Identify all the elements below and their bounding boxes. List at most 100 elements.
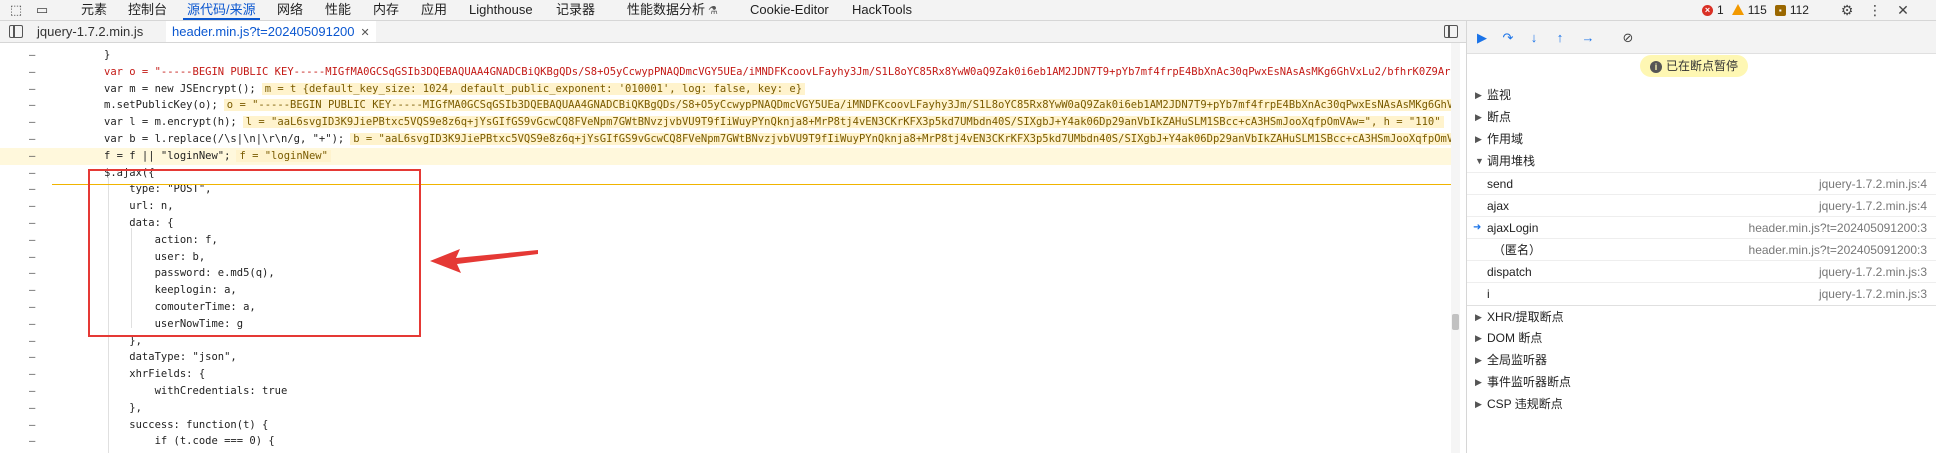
line-marker[interactable]: – <box>29 232 35 249</box>
tab-network[interactable]: 网络 <box>273 0 307 20</box>
line-marker[interactable]: – <box>29 181 35 198</box>
line-marker[interactable]: – <box>29 316 35 333</box>
line-marker[interactable]: – <box>29 165 35 182</box>
more-options-icon[interactable]: ⋮ <box>1866 1 1884 19</box>
code-line[interactable]: – success: function(t) { <box>0 417 1460 434</box>
code-line[interactable]: – dataType: "json", <box>0 349 1460 366</box>
code-line[interactable]: – var l = m.encrypt(h); l = "aaL6svgID3K9J… <box>0 114 1460 131</box>
step-out-icon[interactable]: ↑ <box>1551 29 1569 47</box>
call-stack-frame[interactable]: send jquery-1.7.2.min.js:4 <box>1467 172 1936 194</box>
tab-elements[interactable]: 元素 <box>77 0 111 20</box>
tab-application[interactable]: 应用 <box>417 0 451 20</box>
call-stack-frame[interactable]: i jquery-1.7.2.min.js:3 <box>1467 282 1936 304</box>
editor-scrollbar[interactable] <box>1451 43 1460 453</box>
step-over-icon[interactable]: ↷ <box>1499 29 1517 47</box>
file-tab-header[interactable]: header.min.js?t=202405091200 ✕ <box>166 21 376 42</box>
navigator-toggle-icon[interactable] <box>9 25 23 38</box>
section-dom-breakpoints[interactable]: ▶ DOM 断点 <box>1467 327 1936 349</box>
tab-performance-insights[interactable]: 性能数据分析 ⚗ <box>623 0 722 20</box>
inline-value: b = "aaL6svgID3K9JiePBtxc5VQS9e8z6q+jYsG… <box>350 133 1460 145</box>
tab-memory[interactable]: 内存 <box>369 0 403 20</box>
frame-location[interactable]: jquery-1.7.2.min.js:3 <box>1819 283 1927 305</box>
file-tab-jquery[interactable]: jquery-1.7.2.min.js <box>31 21 149 42</box>
code-line[interactable]: – var b = l.replace(/\s|\n|\r\n/g, "+"); b… <box>0 131 1460 148</box>
section-csp-breakpoints[interactable]: ▶ CSP 违规断点 <box>1467 393 1936 415</box>
tab-hacktools[interactable]: HackTools <box>848 0 916 20</box>
section-event-listener-breakpoints[interactable]: ▶ 事件监听器断点 <box>1467 371 1936 393</box>
section-call-stack[interactable]: ▼ 调用堆栈 <box>1467 150 1936 172</box>
issue-counters[interactable]: × 1 115 ▪ 112 <box>1702 0 1809 20</box>
debugger-sidebar-toggle-icon[interactable] <box>1444 25 1458 38</box>
section-breakpoints[interactable]: ▶ 断点 <box>1467 106 1936 128</box>
tab-performance-insights-label: 性能数据分析 <box>627 2 706 17</box>
line-marker[interactable]: – <box>29 417 35 434</box>
code-line[interactable]: – var m = new JSEncrypt(); m = t {default_… <box>0 81 1460 98</box>
scrollbar-thumb[interactable] <box>1452 314 1459 330</box>
close-tab-icon[interactable]: ✕ <box>361 27 370 39</box>
section-scope[interactable]: ▶ 作用域 <box>1467 128 1936 150</box>
line-marker[interactable]: – <box>29 282 35 299</box>
line-marker[interactable]: – <box>29 81 35 98</box>
code-line[interactable]: – xhrFields: { <box>0 366 1460 383</box>
section-global-listeners[interactable]: ▶ 全局监听器 <box>1467 349 1936 371</box>
inspect-element-icon[interactable]: ⬚ <box>8 2 24 18</box>
step-icon[interactable]: → <box>1579 29 1597 47</box>
line-marker[interactable]: – <box>29 333 35 350</box>
line-marker[interactable]: – <box>29 433 35 450</box>
device-toolbar-icon[interactable]: ▭ <box>34 2 50 18</box>
line-marker[interactable]: – <box>29 64 35 81</box>
call-stack-frame[interactable]: ajax jquery-1.7.2.min.js:4 <box>1467 194 1936 216</box>
line-marker[interactable]: – <box>29 131 35 148</box>
expand-triangle-icon: ▶ <box>1475 355 1482 365</box>
frame-name: ajaxLogin <box>1487 221 1539 235</box>
line-marker[interactable]: – <box>29 265 35 282</box>
line-marker[interactable]: – <box>29 299 35 316</box>
line-marker[interactable]: – <box>29 114 35 131</box>
line-marker[interactable]: – <box>29 349 35 366</box>
line-marker[interactable]: – <box>29 383 35 400</box>
tab-console[interactable]: 控制台 <box>124 0 171 20</box>
deactivate-breakpoints-icon[interactable]: ⊘ <box>1619 29 1637 47</box>
frame-location[interactable]: header.min.js?t=202405091200:3 <box>1749 239 1927 261</box>
line-marker[interactable]: – <box>29 400 35 417</box>
frame-name: ajax <box>1487 199 1510 213</box>
line-marker[interactable]: – <box>29 97 35 114</box>
frame-location[interactable]: header.min.js?t=202405091200:3 <box>1749 217 1927 239</box>
call-stack-frame[interactable]: dispatch jquery-1.7.2.min.js:3 <box>1467 260 1936 282</box>
code-line[interactable]: – withCredentials: true <box>0 383 1460 400</box>
frame-location[interactable]: jquery-1.7.2.min.js:3 <box>1819 261 1927 283</box>
tab-performance[interactable]: 性能 <box>321 0 355 20</box>
frame-location[interactable]: jquery-1.7.2.min.js:4 <box>1819 195 1927 217</box>
call-stack-frame[interactable]: （匿名） header.min.js?t=202405091200:3 <box>1467 238 1936 260</box>
code-line[interactable]: – }, <box>0 400 1460 417</box>
tab-recorder[interactable]: 记录器 <box>552 0 599 20</box>
section-xhr-breakpoints[interactable]: ▶ XHR/提取断点 <box>1467 305 1936 327</box>
code-line[interactable]: – m.setPublicKey(o); o = "-----BEGIN PUBLI… <box>0 97 1460 114</box>
code-line[interactable]: – if (t.code === 0) { <box>0 433 1460 450</box>
tab-lighthouse[interactable]: Lighthouse <box>465 0 537 20</box>
section-xhr-breakpoints-label: XHR/提取断点 <box>1487 310 1564 324</box>
step-into-icon[interactable]: ↓ <box>1525 29 1543 47</box>
gear-icon[interactable]: ⚙ <box>1838 1 1856 19</box>
call-stack-frame[interactable]: ➜ ajaxLogin header.min.js?t=202405091200:3 <box>1467 216 1936 238</box>
code-text: m.setPublicKey(o); o = "-----BEGIN PUBLIC… <box>104 97 1460 114</box>
resume-icon[interactable]: ▶ <box>1473 29 1491 47</box>
section-watch-label: 监视 <box>1487 88 1512 102</box>
code-line[interactable]: –} <box>0 47 1460 64</box>
line-marker[interactable]: – <box>29 47 35 64</box>
line-marker[interactable]: – <box>29 148 35 165</box>
tab-cookie-editor[interactable]: Cookie-Editor <box>746 0 833 20</box>
line-marker[interactable]: – <box>29 249 35 266</box>
frame-location[interactable]: jquery-1.7.2.min.js:4 <box>1819 173 1927 195</box>
line-marker[interactable]: – <box>29 198 35 215</box>
line-marker[interactable]: – <box>29 366 35 383</box>
section-watch[interactable]: ▶ 监视 <box>1467 84 1936 106</box>
tab-sources[interactable]: 源代码/来源 <box>183 0 260 20</box>
code-line[interactable]: – var o = "-----BEGIN PUBLIC KEY-----MIGf… <box>0 64 1460 81</box>
code-line[interactable]: – f = f || "loginNew"; f = "loginNew" <box>0 147 1460 165</box>
frame-name: （匿名） <box>1493 243 1542 257</box>
section-dom-breakpoints-label: DOM 断点 <box>1487 331 1543 345</box>
line-marker[interactable]: – <box>29 215 35 232</box>
close-icon[interactable]: ✕ <box>1894 1 1912 19</box>
file-tab-header-label: header.min.js?t=202405091200 <box>172 24 355 39</box>
